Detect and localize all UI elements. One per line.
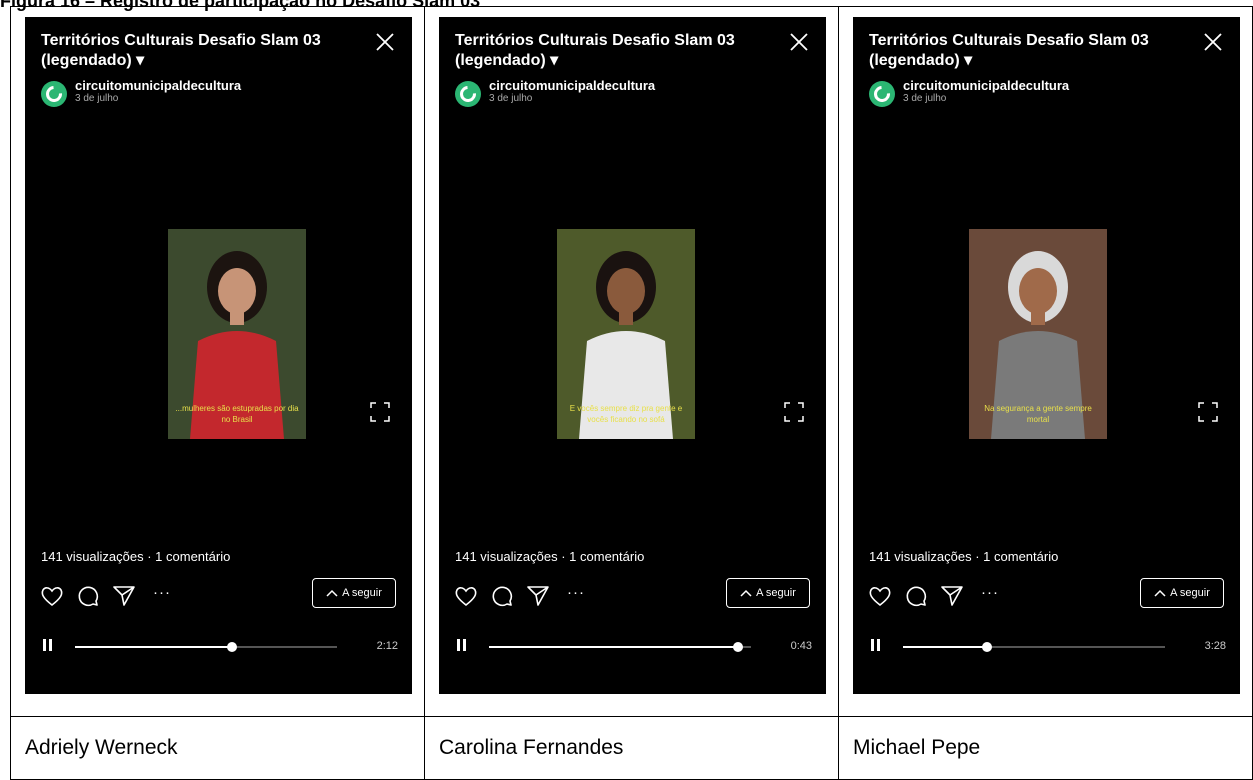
chevron-up-icon xyxy=(326,589,338,597)
progress-knob[interactable] xyxy=(732,642,743,652)
progress-bar[interactable] xyxy=(903,642,1165,652)
comment-icon[interactable] xyxy=(75,583,101,609)
video-frame[interactable]: ...mulheres são estupradas por dia no Br… xyxy=(168,229,306,439)
reel-screen: Territórios Culturais Desafio Slam 03 (l… xyxy=(853,17,1240,694)
progress-fill xyxy=(75,646,233,648)
video-caption: ...mulheres são estupradas por dia no Br… xyxy=(175,404,299,424)
progress-bar[interactable] xyxy=(489,642,751,652)
performer-name-3: Michael Pepe xyxy=(838,716,1253,780)
comment-icon[interactable] xyxy=(903,583,929,609)
action-bar: ··· xyxy=(867,583,999,609)
video-duration: 2:12 xyxy=(376,640,398,652)
fullscreen-icon[interactable] xyxy=(784,402,804,422)
pause-icon[interactable] xyxy=(457,639,469,653)
reel-screen: Territórios Culturais Desafio Slam 03 (l… xyxy=(439,17,826,694)
account-name[interactable]: circuitomunicipaldecultura xyxy=(75,78,241,93)
more-options-icon[interactable]: ··· xyxy=(981,584,999,601)
action-bar: ··· xyxy=(39,583,171,609)
performer-name-2: Carolina Fernandes xyxy=(424,716,839,780)
panel-cell-3: Territórios Culturais Desafio Slam 03 (l… xyxy=(838,6,1253,717)
close-icon[interactable] xyxy=(374,31,396,53)
comment-icon[interactable] xyxy=(489,583,515,609)
action-bar: ··· xyxy=(453,583,585,609)
heart-icon[interactable] xyxy=(867,583,893,609)
follow-label: A seguir xyxy=(1170,587,1210,599)
video-title[interactable]: Territórios Culturais Desafio Slam 03 (l… xyxy=(455,31,755,71)
follow-button[interactable]: A seguir xyxy=(726,578,810,608)
avatar[interactable] xyxy=(455,81,481,107)
panel-cell-2: Territórios Culturais Desafio Slam 03 (l… xyxy=(424,6,839,717)
follow-label: A seguir xyxy=(756,587,796,599)
progress-bar[interactable] xyxy=(75,642,337,652)
follow-button[interactable]: A seguir xyxy=(1140,578,1224,608)
share-icon[interactable] xyxy=(111,583,137,609)
progress-knob[interactable] xyxy=(981,642,992,652)
reel-screen: Territórios Culturais Desafio Slam 03 (l… xyxy=(25,17,412,694)
performer-name-1: Adriely Werneck xyxy=(10,716,425,780)
chevron-up-icon xyxy=(1154,589,1166,597)
account-name[interactable]: circuitomunicipaldecultura xyxy=(903,78,1069,93)
progress-fill xyxy=(903,646,987,648)
heart-icon[interactable] xyxy=(453,583,479,609)
progress-knob[interactable] xyxy=(227,642,238,652)
pause-icon[interactable] xyxy=(43,639,55,653)
view-comment-stats[interactable]: 141 visualizações · 1 comentário xyxy=(869,549,1058,564)
video-frame[interactable]: E vocês sempre diz pra gente e vocês fic… xyxy=(557,229,695,439)
video-duration: 0:43 xyxy=(790,640,812,652)
follow-button[interactable]: A seguir xyxy=(312,578,396,608)
post-date: 3 de julho xyxy=(489,93,533,104)
share-icon[interactable] xyxy=(525,583,551,609)
post-date: 3 de julho xyxy=(75,93,119,104)
fullscreen-icon[interactable] xyxy=(1198,402,1218,422)
close-icon[interactable] xyxy=(788,31,810,53)
view-comment-stats[interactable]: 141 visualizações · 1 comentário xyxy=(455,549,644,564)
post-date: 3 de julho xyxy=(903,93,947,104)
follow-label: A seguir xyxy=(342,587,382,599)
panel-cell-1: Territórios Culturais Desafio Slam 03 (l… xyxy=(10,6,425,717)
progress-fill xyxy=(489,646,738,648)
video-caption: Na segurança a gente sempre mortal xyxy=(984,404,1092,424)
video-title[interactable]: Territórios Culturais Desafio Slam 03 (l… xyxy=(41,31,341,71)
heart-icon[interactable] xyxy=(39,583,65,609)
video-caption: E vocês sempre diz pra gente e vocês fic… xyxy=(569,404,683,424)
video-title[interactable]: Territórios Culturais Desafio Slam 03 (l… xyxy=(869,31,1169,71)
avatar[interactable] xyxy=(869,81,895,107)
chevron-up-icon xyxy=(740,589,752,597)
fullscreen-icon[interactable] xyxy=(370,402,390,422)
close-icon[interactable] xyxy=(1202,31,1224,53)
avatar[interactable] xyxy=(41,81,67,107)
video-frame[interactable]: Na segurança a gente sempre mortal xyxy=(969,229,1107,439)
video-duration: 3:28 xyxy=(1204,640,1226,652)
more-options-icon[interactable]: ··· xyxy=(153,584,171,601)
more-options-icon[interactable]: ··· xyxy=(567,584,585,601)
view-comment-stats[interactable]: 141 visualizações · 1 comentário xyxy=(41,549,230,564)
share-icon[interactable] xyxy=(939,583,965,609)
account-name[interactable]: circuitomunicipaldecultura xyxy=(489,78,655,93)
pause-icon[interactable] xyxy=(871,639,883,653)
screenshot-table: Territórios Culturais Desafio Slam 03 (l… xyxy=(10,6,1253,780)
